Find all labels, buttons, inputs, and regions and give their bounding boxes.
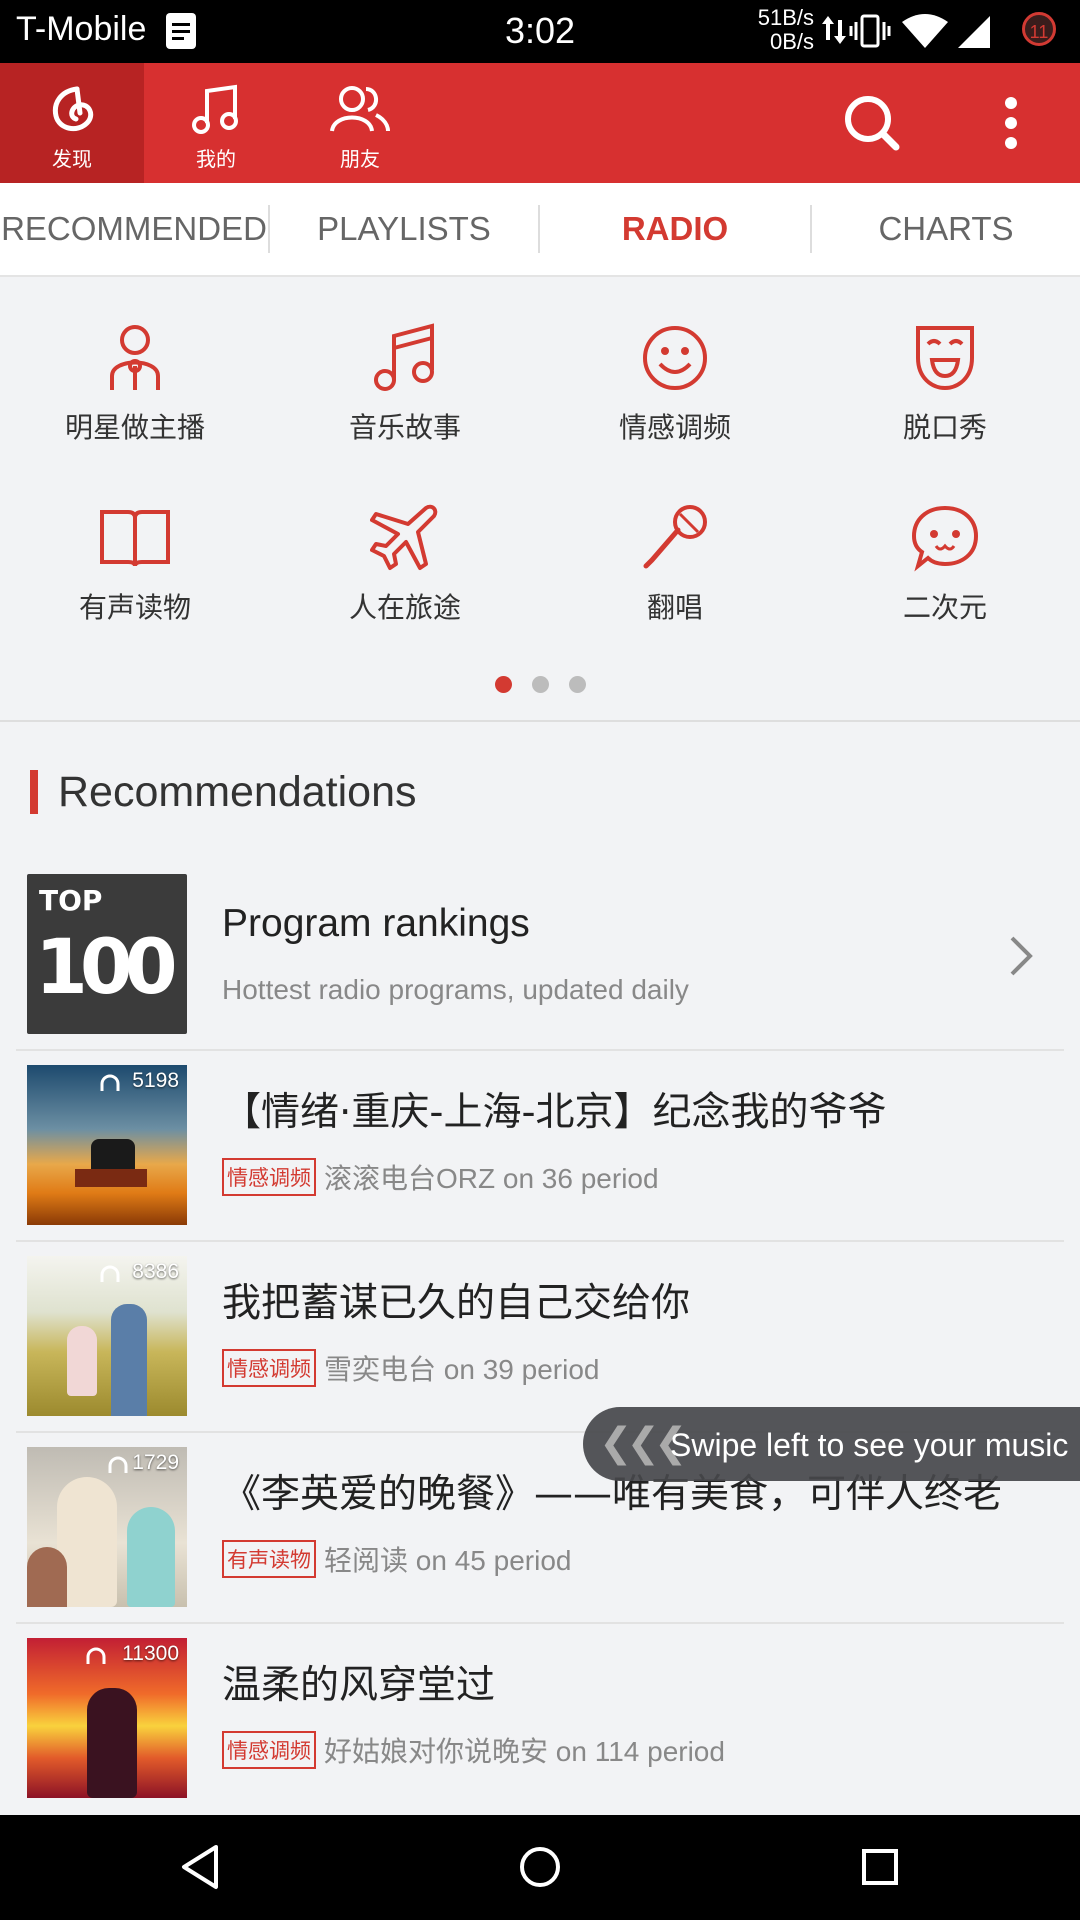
host-person-icon: [110, 325, 160, 390]
category-cover-song[interactable]: 翻唱: [540, 502, 810, 626]
category-music-story[interactable]: 音乐故事: [270, 322, 540, 446]
music-note-icon: [192, 84, 238, 134]
program-rankings-row[interactable]: TOP 100 Program rankings Hottest radio p…: [0, 860, 1080, 1051]
tab-recommended[interactable]: RECOMMENDED: [0, 183, 268, 275]
program-thumbnail: 8386: [27, 1256, 187, 1416]
list-item[interactable]: 11300 温柔的风穿堂过 情感调频 好姑娘对你说晚安 on 114 period: [0, 1624, 1080, 1815]
program-meta: 有声读物 轻阅读 on 45 period: [222, 1539, 571, 1579]
nav-tab-discover[interactable]: 发现: [0, 63, 144, 183]
music-note-icon: [374, 323, 434, 391]
section-divider: [0, 720, 1080, 722]
category-label: 明星做主播: [64, 411, 205, 444]
section-title: Recommendations: [58, 768, 417, 816]
category-label: 二次元: [902, 591, 987, 624]
headphones-icon: [100, 1074, 120, 1091]
page-dot[interactable]: [568, 676, 586, 693]
swipe-hint-toast[interactable]: ❮❮❮ Swipe left to see your music: [583, 1407, 1080, 1481]
section-accent-bar: [30, 770, 38, 814]
nav-tab-friends[interactable]: 朋友: [288, 63, 432, 183]
nav-tab-label: 我的: [196, 147, 236, 171]
network-speed-down: 0B/s: [769, 29, 814, 54]
chevron-right-icon: [1010, 936, 1033, 976]
friends-icon: [330, 86, 390, 132]
tab-radio[interactable]: RADIO: [540, 183, 810, 275]
nav-tab-mine[interactable]: 我的: [144, 63, 288, 183]
category-tag: 有声读物: [222, 1540, 316, 1578]
category-emotion-fm[interactable]: 情感调频: [540, 322, 810, 446]
page-dot[interactable]: [531, 676, 549, 693]
nav-tab-label: 朋友: [340, 147, 380, 171]
vibrate-icon: [849, 14, 891, 48]
program-thumbnail: 1729: [27, 1447, 187, 1607]
signal-icon: [958, 16, 990, 48]
headphones-icon: [86, 1647, 106, 1664]
play-count: 11300: [122, 1642, 179, 1665]
play-count: 1729: [132, 1451, 179, 1474]
category-label: 有声读物: [78, 591, 191, 624]
recents-icon[interactable]: [858, 1843, 902, 1891]
nav-tab-label: 发现: [52, 147, 92, 171]
category-label: 情感调频: [618, 411, 731, 444]
program-meta: 情感调频 好姑娘对你说晚安 on 114 period: [222, 1730, 725, 1770]
category-star-host[interactable]: 明星做主播: [0, 322, 270, 446]
ranking-title: Program rankings: [222, 902, 530, 945]
category-tag: 情感调频: [222, 1158, 316, 1196]
sub-tabs: RECOMMENDED PLAYLISTS RADIO CHARTS: [0, 183, 1080, 277]
top100-thumbnail: TOP 100: [27, 874, 187, 1034]
system-nav-bar: [0, 1815, 1080, 1920]
back-icon[interactable]: [178, 1843, 222, 1891]
headphones-icon: [100, 1265, 120, 1282]
category-tag: 情感调频: [222, 1731, 316, 1769]
play-count: 5198: [132, 1069, 179, 1092]
top-nav: 发现 我的 朋友: [0, 63, 1080, 183]
airplane-icon: [370, 504, 438, 570]
category-tag: 情感调频: [222, 1349, 316, 1387]
program-title: 【情绪·重庆-上海-北京】纪念我的爷爷: [222, 1090, 887, 1135]
category-travel[interactable]: 人在旅途: [270, 502, 540, 626]
program-title: 温柔的风穿堂过: [222, 1663, 496, 1708]
program-meta: 情感调频 雪奕电台 on 39 period: [222, 1348, 599, 1388]
play-count: 8386: [132, 1260, 179, 1283]
list-item[interactable]: 8386 我把蓄谋已久的自己交给你 情感调频 雪奕电台 on 39 period: [0, 1242, 1080, 1433]
category-label: 人在旅途: [348, 591, 461, 624]
comedy-mask-icon: [916, 326, 974, 391]
wifi-icon: [902, 14, 948, 48]
program-title: 我把蓄谋已久的自己交给你: [222, 1281, 691, 1326]
category-audiobook[interactable]: 有声读物: [0, 502, 270, 626]
data-transfer-icon: [822, 16, 846, 44]
category-label: 音乐故事: [348, 411, 461, 444]
category-label: 翻唱: [646, 591, 703, 624]
ranking-subtitle: Hottest radio programs, updated daily: [222, 974, 689, 1005]
home-icon[interactable]: [518, 1843, 562, 1891]
status-bar: T-Mobile 3:02 51B/s 0B/s 11: [0, 0, 1080, 63]
page-indicator: [0, 676, 1080, 697]
page-dot-active[interactable]: [494, 676, 512, 693]
notification-badge-icon: 11: [1022, 12, 1056, 46]
search-icon[interactable]: [842, 93, 902, 153]
network-speed-up: 51B/s: [757, 5, 814, 30]
microphone-icon: [643, 505, 707, 569]
netease-music-logo-icon: [52, 86, 94, 132]
tab-playlists[interactable]: PLAYLISTS: [270, 183, 538, 275]
category-talk-show[interactable]: 脱口秀: [810, 322, 1080, 446]
tab-charts[interactable]: CHARTS: [812, 183, 1080, 275]
headphones-icon: [108, 1456, 128, 1473]
list-item[interactable]: 5198 【情绪·重庆-上海-北京】纪念我的爷爷 情感调频 滚滚电台ORZ on …: [0, 1051, 1080, 1242]
status-icons: [822, 14, 990, 48]
program-meta: 情感调频 滚滚电台ORZ on 36 period: [222, 1157, 659, 1197]
program-thumbnail: 11300: [27, 1638, 187, 1798]
network-speed: 51B/s 0B/s: [740, 6, 814, 54]
smiley-face-icon: [643, 326, 707, 390]
open-book-icon: [100, 510, 170, 567]
category-label: 脱口秀: [902, 411, 987, 444]
more-options-icon[interactable]: [996, 93, 1026, 153]
swipe-hint-text: Swipe left to see your music: [670, 1427, 1069, 1463]
anime-face-icon: [911, 505, 979, 572]
category-anime[interactable]: 二次元: [810, 502, 1080, 626]
program-thumbnail: 5198: [27, 1065, 187, 1225]
